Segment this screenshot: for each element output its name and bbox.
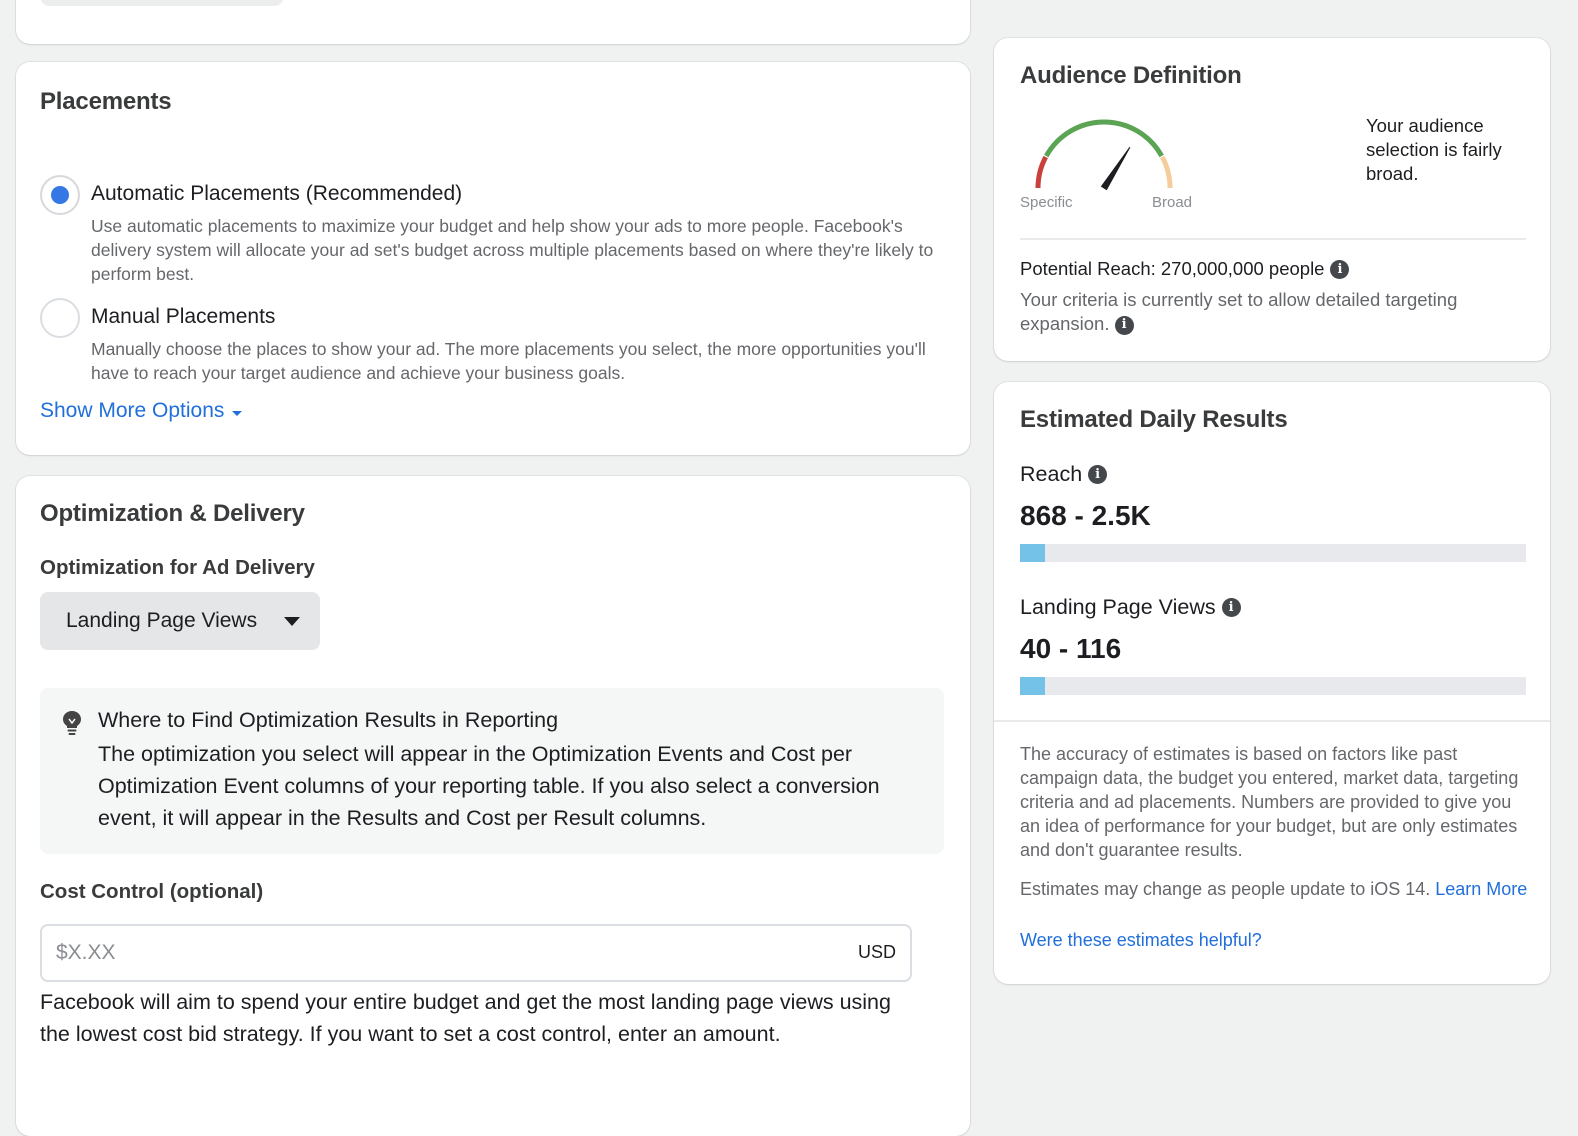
learn-more-link[interactable]: Learn More — [1435, 879, 1527, 899]
estimates-title: Estimated Daily Results — [1020, 406, 1288, 433]
optimization-title: Optimization & Delivery — [40, 500, 305, 527]
lightbulb-icon — [63, 711, 81, 735]
landing-page-views-metric-label: Landing Page Views i — [1020, 595, 1241, 620]
radio-selected-dot — [51, 186, 69, 204]
reporting-info-body: The optimization you select will appear … — [98, 742, 880, 830]
automatic-placements-description: Use automatic placements to maximize you… — [91, 216, 934, 284]
gauge-arc-broad — [1160, 155, 1173, 189]
gauge-label-specific: Specific — [1020, 194, 1073, 211]
estimates-disclaimer: The accuracy of estimates is based on fa… — [1020, 744, 1519, 860]
show-more-options-label[interactable]: Show More Options — [40, 399, 224, 423]
optimization-delivery-card: Optimization & Delivery Optimization for… — [16, 476, 970, 1136]
landing-page-views-bar — [1020, 677, 1526, 695]
info-icon[interactable]: i — [1221, 598, 1241, 617]
delivery-optimization-label: Optimization for Ad Delivery — [40, 556, 315, 579]
caret-down-icon — [232, 410, 243, 416]
manual-placements-description: Manually choose the places to show your … — [91, 339, 926, 383]
audience-definition-card: Audience Definition Specific Broad Your … — [994, 38, 1550, 361]
gauge-label-broad: Broad — [1152, 194, 1193, 211]
potential-reach: Potential Reach: 270,000,000 people i — [1020, 258, 1350, 280]
estimates-divider — [994, 720, 1550, 722]
cost-control-currency: USD — [857, 942, 896, 962]
reporting-info-title: Where to Find Optimization Results in Re… — [98, 708, 559, 732]
audience-status-text: Your audience selection is fairly broad. — [1366, 115, 1502, 184]
gauge-needle — [1100, 146, 1131, 191]
reporting-info-box: Where to Find Optimization Results in Re… — [40, 688, 944, 854]
info-icon[interactable]: i — [1114, 315, 1134, 335]
delivery-optimization-dropdown[interactable]: Landing Page Views — [40, 592, 320, 650]
audience-breadth-gauge — [1035, 119, 1173, 191]
previous-section-control[interactable] — [40, 0, 284, 6]
landing-page-views-label: Landing Page Views — [1020, 595, 1216, 619]
targeting-expansion-label: Your criteria is currently set to allow … — [1020, 289, 1458, 334]
cost-control-input[interactable] — [56, 926, 816, 980]
reach-bar-fill — [1020, 544, 1046, 562]
cost-control-field[interactable]: USD — [40, 924, 912, 982]
previous-section-card — [16, 0, 970, 44]
delivery-optimization-value: Landing Page Views — [66, 609, 258, 632]
targeting-expansion-text: Your criteria is currently set to allow … — [1020, 288, 1520, 336]
manual-placements-radio[interactable] — [40, 298, 80, 338]
estimates-helpful-link[interactable]: Were these estimates helpful? — [1020, 930, 1262, 951]
ios-notice: Estimates may change as people update to… — [1020, 876, 1530, 902]
reach-label: Reach — [1020, 462, 1083, 486]
placements-card: Placements Automatic Placements (Recomme… — [16, 62, 970, 455]
ios-notice-text: Estimates may change as people update to… — [1020, 879, 1431, 899]
reach-metric-label: Reach i — [1020, 462, 1108, 487]
cost-control-help-text: Facebook will aim to spend your entire b… — [40, 990, 891, 1046]
info-icon[interactable]: i — [1088, 465, 1108, 484]
show-more-options-link[interactable]: Show More Options — [40, 399, 243, 423]
estimated-daily-results-card: Estimated Daily Results Reach i 868 - 2.… — [994, 382, 1550, 984]
landing-page-views-value: 40 - 116 — [1020, 633, 1122, 664]
reach-value: 868 - 2.5K — [1020, 500, 1151, 531]
audience-divider — [1020, 238, 1526, 240]
caret-down-icon — [284, 617, 300, 626]
info-icon[interactable]: i — [1330, 259, 1350, 279]
placements-title: Placements — [40, 88, 172, 115]
reach-bar — [1020, 544, 1526, 562]
audience-title: Audience Definition — [1020, 62, 1242, 89]
cost-control-label: Cost Control (optional) — [40, 880, 264, 903]
automatic-placements-radio[interactable] — [40, 175, 80, 215]
potential-reach-text: Potential Reach: 270,000,000 people — [1020, 258, 1325, 279]
gauge-arc-specific — [1035, 155, 1048, 189]
manual-placements-label[interactable]: Manual Placements — [91, 305, 275, 329]
gauge-arc-middle — [1044, 119, 1164, 158]
landing-page-views-bar-fill — [1020, 677, 1046, 695]
automatic-placements-label[interactable]: Automatic Placements (Recommended) — [91, 182, 462, 206]
